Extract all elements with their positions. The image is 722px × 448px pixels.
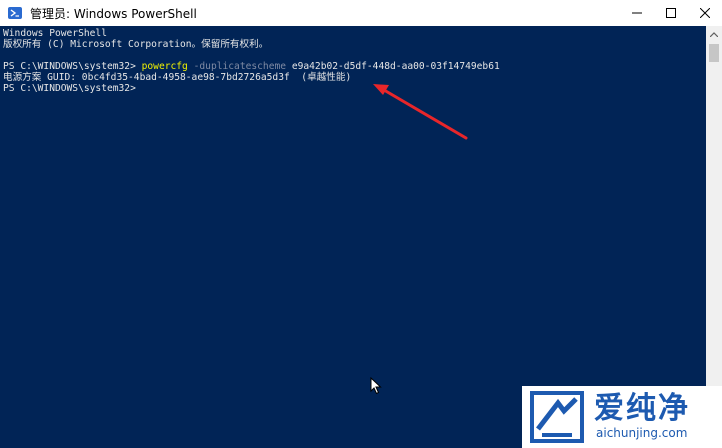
maximize-icon <box>666 8 676 18</box>
vertical-scrollbar[interactable] <box>706 26 722 448</box>
title-bar[interactable]: 管理员: Windows PowerShell <box>0 0 722 26</box>
console-output[interactable]: Windows PowerShell 版权所有 (C) Microsoft Co… <box>0 26 706 448</box>
command-result: 电源方案 GUID: 0bc4fd35-4bad-4958-ae98-7bd27… <box>3 72 352 83</box>
minimize-icon <box>632 12 642 14</box>
close-icon <box>700 8 710 18</box>
powershell-icon <box>8 7 22 19</box>
scroll-up-button[interactable] <box>706 26 722 42</box>
watermark-logo-icon <box>530 391 584 443</box>
scroll-thumb[interactable] <box>709 44 719 62</box>
console-copyright: 版权所有 (C) Microsoft Corporation。保留所有权利。 <box>3 39 269 50</box>
window-controls <box>620 0 722 26</box>
maximize-button[interactable] <box>654 0 688 26</box>
console-prompt-current[interactable]: PS C:\WINDOWS\system32> <box>3 83 136 94</box>
close-button[interactable] <box>688 0 722 26</box>
command-flag: -duplicatescheme <box>187 61 287 72</box>
watermark-title: 爱纯净 <box>594 391 690 426</box>
chevron-up-icon <box>710 31 718 37</box>
watermark: 爱纯净 aichunjing.com <box>522 386 722 448</box>
watermark-url: aichunjing.com <box>596 426 688 440</box>
console-header: Windows PowerShell <box>3 28 107 39</box>
window-title: 管理员: Windows PowerShell <box>30 6 197 21</box>
command-name: powercfg <box>141 61 188 72</box>
mouse-cursor-icon <box>370 377 382 395</box>
minimize-button[interactable] <box>620 0 654 26</box>
command-argument: e9a42b02-d5df-448d-aa00-03f14749eb61 <box>286 61 500 72</box>
powershell-window: 管理员: Windows PowerShell Windows PowerShe… <box>0 0 722 448</box>
console-text: Windows PowerShell 版权所有 (C) Microsoft Co… <box>0 26 706 94</box>
console-prompt: PS C:\WINDOWS\system32> <box>3 61 142 72</box>
